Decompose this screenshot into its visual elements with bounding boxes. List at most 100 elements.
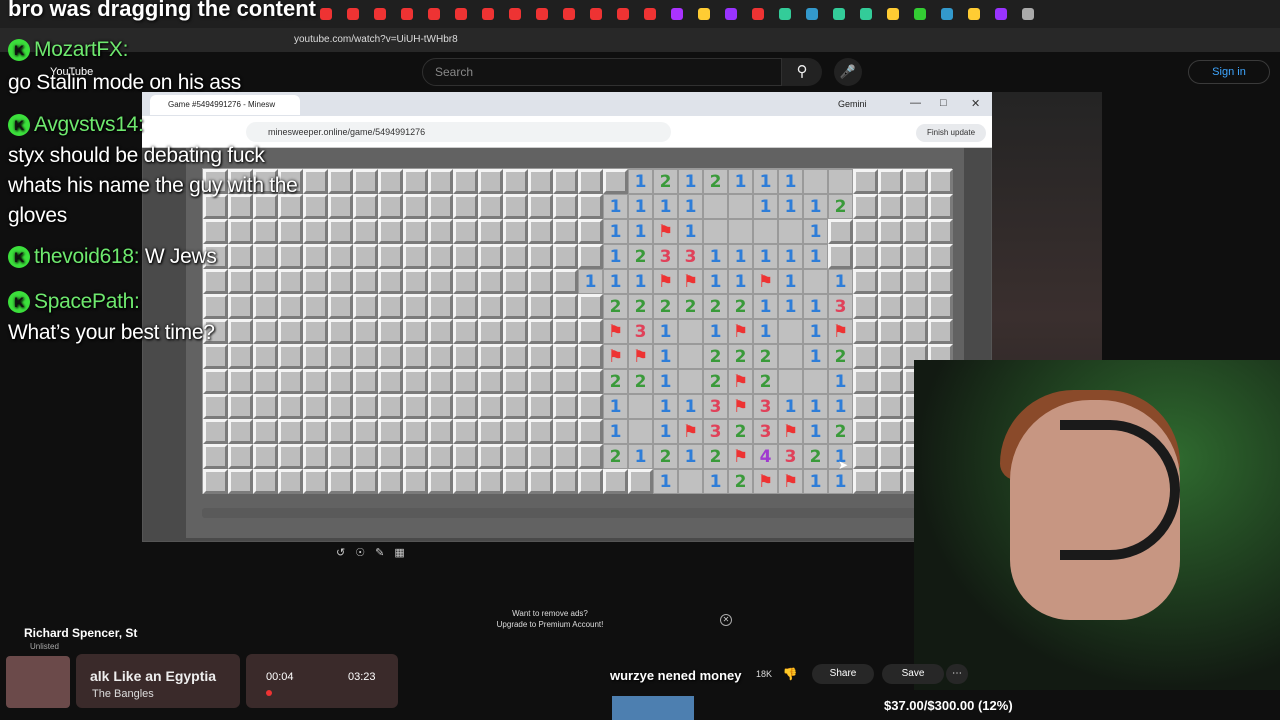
hidden-cell[interactable] (278, 344, 303, 369)
tab-favicon-icon[interactable] (617, 8, 629, 20)
hidden-cell[interactable] (253, 219, 278, 244)
hidden-cell[interactable] (478, 444, 503, 469)
hidden-cell[interactable] (928, 169, 953, 194)
opened-cell[interactable] (628, 394, 653, 419)
hidden-cell[interactable] (403, 344, 428, 369)
hidden-cell[interactable] (278, 244, 303, 269)
hidden-cell[interactable] (903, 219, 928, 244)
video-title[interactable]: Richard Spencer, St (24, 626, 137, 640)
number-cell[interactable]: 1 (628, 169, 653, 194)
hidden-cell[interactable] (878, 269, 903, 294)
hidden-cell[interactable] (253, 394, 278, 419)
opened-cell[interactable] (803, 169, 828, 194)
hidden-cell[interactable] (328, 294, 353, 319)
hidden-cell[interactable] (928, 294, 953, 319)
hidden-cell[interactable] (403, 294, 428, 319)
number-cell[interactable]: 1 (703, 469, 728, 494)
inner-tab-minesweeper[interactable]: Game #5494991276 - Minesw (150, 95, 300, 115)
number-cell[interactable]: 2 (603, 369, 628, 394)
tab-favicon-icon[interactable] (671, 8, 683, 20)
flag-icon[interactable]: ⚑ (828, 319, 853, 344)
hidden-cell[interactable] (578, 369, 603, 394)
hidden-cell[interactable] (303, 419, 328, 444)
number-cell[interactable]: 1 (628, 194, 653, 219)
number-cell[interactable]: 2 (703, 444, 728, 469)
hidden-cell[interactable] (578, 294, 603, 319)
hidden-cell[interactable] (328, 244, 353, 269)
number-cell[interactable]: 2 (703, 369, 728, 394)
number-cell[interactable]: 1 (678, 444, 703, 469)
hidden-cell[interactable] (328, 219, 353, 244)
number-cell[interactable]: 1 (653, 394, 678, 419)
hidden-cell[interactable] (903, 294, 928, 319)
tab-favicon-icon[interactable] (347, 8, 359, 20)
hidden-cell[interactable] (878, 394, 903, 419)
hidden-cell[interactable] (353, 344, 378, 369)
hidden-cell[interactable] (453, 294, 478, 319)
hidden-cell[interactable] (553, 169, 578, 194)
tab-favicon-icon[interactable] (401, 8, 413, 20)
hidden-cell[interactable] (453, 219, 478, 244)
number-cell[interactable]: 1 (753, 169, 778, 194)
hidden-cell[interactable] (428, 294, 453, 319)
hidden-cell[interactable] (328, 194, 353, 219)
number-cell[interactable]: 1 (728, 244, 753, 269)
hidden-cell[interactable] (478, 469, 503, 494)
number-cell[interactable]: 1 (753, 319, 778, 344)
hidden-cell[interactable] (303, 169, 328, 194)
hidden-cell[interactable] (528, 194, 553, 219)
hidden-cell[interactable] (503, 169, 528, 194)
hidden-cell[interactable] (928, 219, 953, 244)
number-cell[interactable]: 1 (603, 269, 628, 294)
hidden-cell[interactable] (378, 219, 403, 244)
hidden-cell[interactable] (353, 419, 378, 444)
hidden-cell[interactable] (828, 244, 853, 269)
opened-cell[interactable] (703, 194, 728, 219)
hidden-cell[interactable] (428, 319, 453, 344)
hidden-cell[interactable] (553, 419, 578, 444)
hidden-cell[interactable] (503, 319, 528, 344)
hidden-cell[interactable] (353, 469, 378, 494)
number-cell[interactable]: 1 (653, 319, 678, 344)
number-cell[interactable]: 2 (753, 344, 778, 369)
hidden-cell[interactable] (503, 194, 528, 219)
hidden-cell[interactable] (903, 244, 928, 269)
hidden-cell[interactable] (528, 244, 553, 269)
hidden-cell[interactable] (353, 444, 378, 469)
hidden-cell[interactable] (478, 319, 503, 344)
number-cell[interactable]: 1 (678, 219, 703, 244)
opened-cell[interactable] (778, 219, 803, 244)
hidden-cell[interactable] (203, 219, 228, 244)
number-cell[interactable]: 1 (778, 169, 803, 194)
hidden-cell[interactable] (853, 444, 878, 469)
hidden-cell[interactable] (578, 394, 603, 419)
hidden-cell[interactable] (853, 219, 878, 244)
tab-favicon-icon[interactable] (320, 8, 332, 20)
number-cell[interactable]: 1 (803, 219, 828, 244)
hidden-cell[interactable] (878, 244, 903, 269)
hidden-cell[interactable] (578, 244, 603, 269)
hidden-cell[interactable] (378, 269, 403, 294)
number-cell[interactable]: 1 (603, 394, 628, 419)
hidden-cell[interactable] (478, 369, 503, 394)
hidden-cell[interactable] (428, 244, 453, 269)
hidden-cell[interactable] (878, 369, 903, 394)
hidden-cell[interactable] (453, 394, 478, 419)
hidden-cell[interactable] (453, 369, 478, 394)
number-cell[interactable]: 1 (678, 169, 703, 194)
tab-favicon-icon[interactable] (833, 8, 845, 20)
number-cell[interactable]: 1 (578, 269, 603, 294)
hidden-cell[interactable] (428, 269, 453, 294)
hidden-cell[interactable] (453, 269, 478, 294)
hidden-cell[interactable] (378, 394, 403, 419)
hidden-cell[interactable] (403, 319, 428, 344)
number-cell[interactable]: 2 (703, 294, 728, 319)
more-icon[interactable]: ⋯ (946, 664, 968, 684)
hidden-cell[interactable] (328, 269, 353, 294)
hidden-cell[interactable] (478, 244, 503, 269)
tab-favicon-icon[interactable] (428, 8, 440, 20)
flag-icon[interactable]: ⚑ (753, 469, 778, 494)
image-icon[interactable]: ▦ (394, 546, 404, 564)
hidden-cell[interactable] (878, 219, 903, 244)
number-cell[interactable]: 2 (728, 294, 753, 319)
